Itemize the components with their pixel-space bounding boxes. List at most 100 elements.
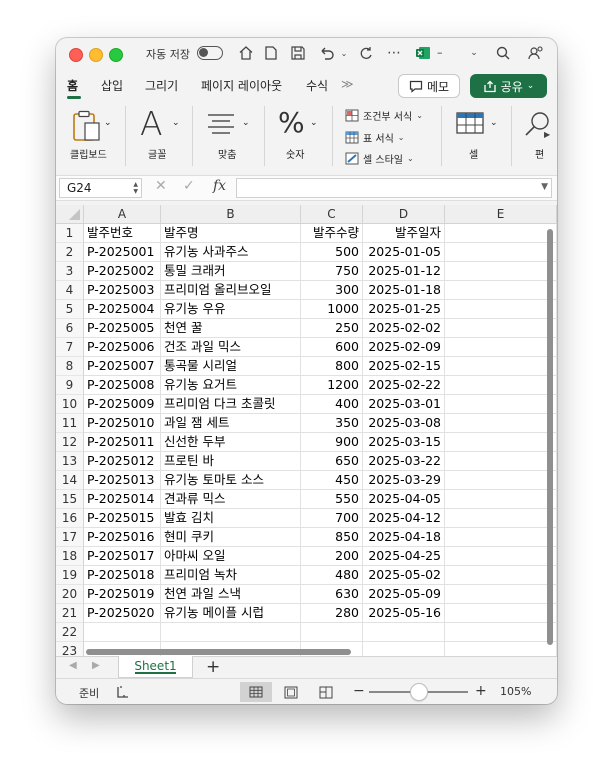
row-header[interactable]: 16 bbox=[56, 509, 84, 528]
conditional-formatting-button[interactable]: 조건부 서식 ⌄ bbox=[345, 108, 423, 123]
home-icon[interactable] bbox=[236, 43, 256, 63]
cell-d10[interactable]: 2025-03-01 bbox=[363, 395, 445, 414]
cell-e2[interactable] bbox=[445, 243, 557, 262]
row-header[interactable]: 8 bbox=[56, 357, 84, 376]
cell-e21[interactable] bbox=[445, 604, 557, 623]
tab-insert[interactable]: 삽입 bbox=[101, 77, 123, 94]
cell-a4[interactable]: P-2025003 bbox=[84, 281, 161, 300]
cell-d12[interactable]: 2025-03-15 bbox=[363, 433, 445, 452]
cell-e15[interactable] bbox=[445, 490, 557, 509]
share-button[interactable]: 공유 ⌄ bbox=[470, 74, 547, 98]
cell-b20[interactable]: 천연 과일 스낵 bbox=[161, 585, 301, 604]
cell-d23[interactable] bbox=[363, 642, 445, 656]
formula-expand-icon[interactable]: ▼ bbox=[541, 182, 548, 192]
row-header[interactable]: 20 bbox=[56, 585, 84, 604]
cell-c7[interactable]: 600 bbox=[301, 338, 363, 357]
cell-c17[interactable]: 850 bbox=[301, 528, 363, 547]
cell-a13[interactable]: P-2025012 bbox=[84, 452, 161, 471]
cell-b9[interactable]: 유기농 요거트 bbox=[161, 376, 301, 395]
row-header[interactable]: 23 bbox=[56, 642, 84, 656]
cell-a8[interactable]: P-2025007 bbox=[84, 357, 161, 376]
alignment-group[interactable]: ⌄ 맞춤 bbox=[202, 104, 252, 174]
accessibility-icon[interactable] bbox=[112, 682, 134, 702]
cell-c13[interactable]: 650 bbox=[301, 452, 363, 471]
cell-e13[interactable] bbox=[445, 452, 557, 471]
share-dropdown-icon[interactable]: ⌄ bbox=[527, 81, 535, 91]
cell-e3[interactable] bbox=[445, 262, 557, 281]
close-window-button[interactable] bbox=[69, 48, 83, 62]
cell-e14[interactable] bbox=[445, 471, 557, 490]
row-header[interactable]: 14 bbox=[56, 471, 84, 490]
cell-d3[interactable]: 2025-01-12 bbox=[363, 262, 445, 281]
cell-a9[interactable]: P-2025008 bbox=[84, 376, 161, 395]
cell-a12[interactable]: P-2025011 bbox=[84, 433, 161, 452]
row-header[interactable]: 6 bbox=[56, 319, 84, 338]
row-header[interactable]: 10 bbox=[56, 395, 84, 414]
cell-styles-button[interactable]: 셀 스타일 ⌄ bbox=[345, 151, 414, 166]
row-header[interactable]: 19 bbox=[56, 566, 84, 585]
cell-e6[interactable] bbox=[445, 319, 557, 338]
row-header[interactable]: 15 bbox=[56, 490, 84, 509]
cell-c3[interactable]: 750 bbox=[301, 262, 363, 281]
cell-e22[interactable] bbox=[445, 623, 557, 642]
cell-d7[interactable]: 2025-02-09 bbox=[363, 338, 445, 357]
zoom-out-button[interactable]: − bbox=[353, 683, 365, 699]
zoom-slider-thumb[interactable] bbox=[411, 684, 427, 700]
cell-b21[interactable]: 유기농 메이플 시럽 bbox=[161, 604, 301, 623]
row-header[interactable]: 3 bbox=[56, 262, 84, 281]
autosave-toggle[interactable] bbox=[197, 46, 223, 60]
zoom-level[interactable]: 105% bbox=[500, 685, 531, 698]
cell-b1[interactable]: 발주명 bbox=[161, 224, 301, 243]
undo-dropdown-icon[interactable]: ⌄ bbox=[339, 43, 349, 63]
cell-c19[interactable]: 480 bbox=[301, 566, 363, 585]
title-dropdown-icon[interactable]: ⌄ bbox=[468, 43, 480, 63]
editing-group[interactable]: 편 bbox=[520, 104, 550, 174]
cell-a7[interactable]: P-2025006 bbox=[84, 338, 161, 357]
cell-c18[interactable]: 200 bbox=[301, 547, 363, 566]
search-icon[interactable] bbox=[493, 43, 513, 63]
column-header-c[interactable]: C bbox=[301, 205, 363, 224]
cell-b16[interactable]: 발효 김치 bbox=[161, 509, 301, 528]
cell-e19[interactable] bbox=[445, 566, 557, 585]
tab-formulas[interactable]: 수식 bbox=[306, 77, 328, 94]
ribbon-scroll-right-icon[interactable]: ▶ bbox=[544, 130, 550, 139]
cell-c11[interactable]: 350 bbox=[301, 414, 363, 433]
cell-c4[interactable]: 300 bbox=[301, 281, 363, 300]
minimize-window-button[interactable] bbox=[89, 48, 103, 62]
cell-e16[interactable] bbox=[445, 509, 557, 528]
undo-icon[interactable] bbox=[316, 43, 338, 63]
cell-b4[interactable]: 프리미엄 올리브오일 bbox=[161, 281, 301, 300]
cell-a14[interactable]: P-2025013 bbox=[84, 471, 161, 490]
next-sheet-icon[interactable]: ▶ bbox=[92, 660, 100, 671]
cell-b8[interactable]: 통곡물 시리얼 bbox=[161, 357, 301, 376]
format-as-table-button[interactable]: 표 서식 ⌄ bbox=[345, 130, 404, 145]
cell-b7[interactable]: 건조 과일 믹스 bbox=[161, 338, 301, 357]
row-header[interactable]: 4 bbox=[56, 281, 84, 300]
cell-b11[interactable]: 과일 잼 세트 bbox=[161, 414, 301, 433]
cell-c21[interactable]: 280 bbox=[301, 604, 363, 623]
column-header-e[interactable]: E bbox=[445, 205, 557, 224]
cell-e1[interactable] bbox=[445, 224, 557, 243]
cell-e12[interactable] bbox=[445, 433, 557, 452]
cell-a11[interactable]: P-2025010 bbox=[84, 414, 161, 433]
cell-a15[interactable]: P-2025014 bbox=[84, 490, 161, 509]
cell-b17[interactable]: 현미 쿠키 bbox=[161, 528, 301, 547]
cell-c22[interactable] bbox=[301, 623, 363, 642]
cell-b12[interactable]: 신선한 두부 bbox=[161, 433, 301, 452]
cell-d15[interactable]: 2025-04-05 bbox=[363, 490, 445, 509]
sheet-tab-sheet1[interactable]: Sheet1 bbox=[118, 656, 193, 678]
cell-d9[interactable]: 2025-02-22 bbox=[363, 376, 445, 395]
cell-e17[interactable] bbox=[445, 528, 557, 547]
zoom-window-button[interactable] bbox=[109, 48, 123, 62]
cell-b3[interactable]: 통밀 크래커 bbox=[161, 262, 301, 281]
cell-d8[interactable]: 2025-02-15 bbox=[363, 357, 445, 376]
save-icon[interactable] bbox=[288, 43, 308, 63]
cell-a19[interactable]: P-2025018 bbox=[84, 566, 161, 585]
column-header-d[interactable]: D bbox=[363, 205, 445, 224]
clipboard-group[interactable]: ⌄ 클립보드 bbox=[68, 104, 118, 174]
cell-d20[interactable]: 2025-05-09 bbox=[363, 585, 445, 604]
enter-icon[interactable]: ✓ bbox=[183, 178, 195, 194]
cells-dropdown-icon[interactable]: ⌄ bbox=[490, 118, 498, 128]
column-header-b[interactable]: B bbox=[161, 205, 301, 224]
cell-b2[interactable]: 유기농 사과주스 bbox=[161, 243, 301, 262]
